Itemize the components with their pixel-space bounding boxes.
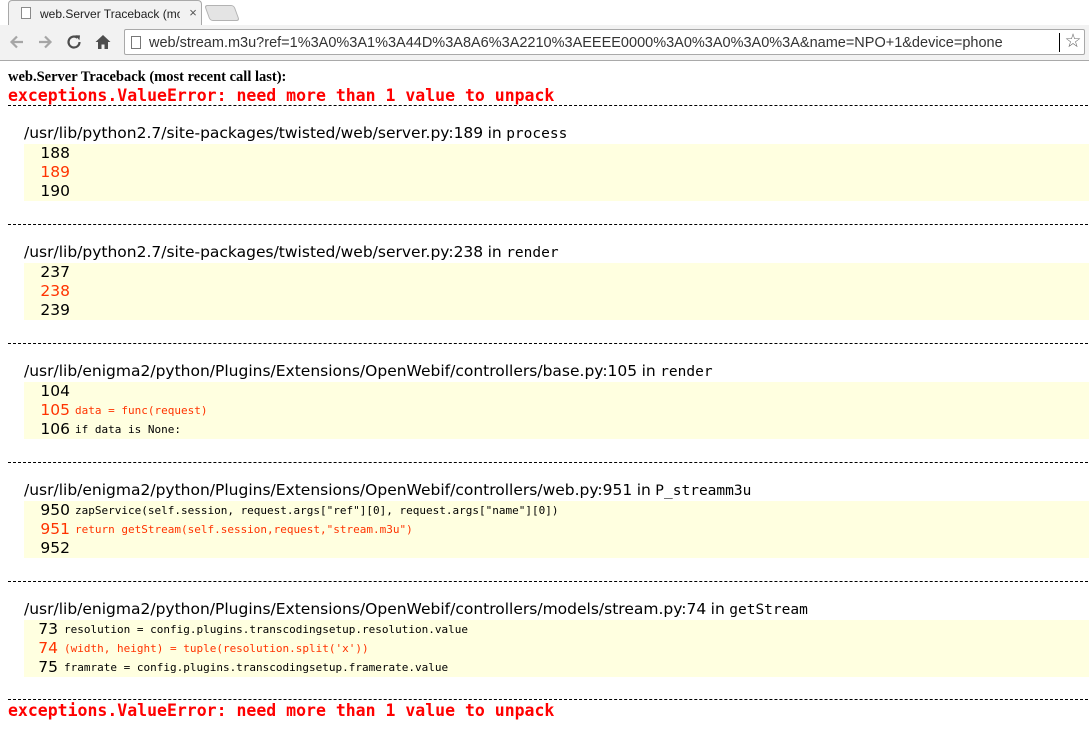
address-bar[interactable]: web/stream.m3u?ref=1%3A0%3A1%3A44D%3A8A6… [124,29,1085,55]
home-icon[interactable] [93,32,113,52]
frame-file-path: /usr/lib/enigma2/python/Plugins/Extensio… [24,362,638,380]
frame-file-path: /usr/lib/enigma2/python/Plugins/Extensio… [24,600,707,618]
traceback-frame: /usr/lib/enigma2/python/Plugins/Extensio… [24,598,1089,677]
frame-in-word: in [487,124,502,142]
line-number: 104 [40,382,70,400]
tab-active[interactable]: web.Server Traceback (mo × [8,0,202,25]
frame-location: /usr/lib/python2.7/site-packages/twisted… [24,241,1089,263]
frame-function-name: getStream [729,602,808,618]
traceback-frame: /usr/lib/enigma2/python/Plugins/Extensio… [24,479,1089,558]
frame-location: /usr/lib/enigma2/python/Plugins/Extensio… [24,360,1089,382]
line-number: 237 [40,263,70,281]
line-source: data = func(request) [75,404,208,417]
line-source: framrate = config.plugins.transcodingset… [64,661,449,674]
reload-icon[interactable] [64,32,84,52]
frame-location: /usr/lib/enigma2/python/Plugins/Extensio… [24,479,1089,501]
line-source: (width, height) = tuple(resolution.split… [64,642,369,655]
frame-file-path: /usr/lib/python2.7/site-packages/twisted… [24,124,484,142]
frame-file-path: /usr/lib/enigma2/python/Plugins/Extensio… [24,481,633,499]
line-number: 188 [40,144,70,162]
code-snippet: 73 resolution = config.plugins.transcodi… [24,620,1089,677]
back-arrow-icon[interactable] [7,32,27,52]
code-snippet: 188 189 190 [24,144,1089,201]
line-number: 951 [40,520,70,538]
line-number: 106 [40,420,70,438]
browser-chrome: web.Server Traceback (mo × web/stream.m3… [0,0,1089,61]
code-snippet: 104 105 data = func(request) 106 if data… [24,382,1089,439]
page-favicon-icon [21,7,31,19]
frame-in-word: in [636,481,651,499]
separator [8,224,1088,225]
traceback-frame: /usr/lib/python2.7/site-packages/twisted… [24,241,1089,320]
line-source: zapService(self.session, request.args["r… [75,504,559,517]
separator [8,462,1088,463]
frame-function-name: render [660,364,713,380]
line-number: 950 [40,501,70,519]
frame-location: /usr/lib/python2.7/site-packages/twisted… [24,122,1089,144]
line-source: if data is None: [75,423,181,436]
star-icon[interactable]: ☆ [1063,31,1083,53]
tab-strip: web.Server Traceback (mo × [0,0,1089,25]
line-source: return getStream(self.session,request,"s… [75,523,413,536]
forward-arrow-icon[interactable] [35,32,55,52]
line-number: 239 [40,301,70,319]
error-message-bottom: exceptions.ValueError: need more than 1 … [8,701,555,720]
line-number: 190 [40,182,70,200]
frame-location: /usr/lib/enigma2/python/Plugins/Extensio… [24,598,1089,620]
page-icon [131,36,141,49]
code-snippet: 237 238 239 [24,263,1089,320]
tab-title: web.Server Traceback (mo [40,7,180,21]
page-content: web.Server Traceback (most recent call l… [0,61,1089,740]
separator [8,343,1088,344]
traceback-header: web.Server Traceback (most recent call l… [8,69,287,85]
line-number: 74 [38,639,58,657]
frame-file-path: /usr/lib/python2.7/site-packages/twisted… [24,243,484,261]
line-number: 189 [40,163,70,181]
line-number: 238 [40,282,70,300]
traceback-frame: /usr/lib/python2.7/site-packages/twisted… [24,122,1089,201]
line-number: 952 [40,539,70,557]
frame-in-word: in [487,243,502,261]
frame-in-word: in [710,600,725,618]
line-number: 73 [38,620,58,638]
line-source: resolution = config.plugins.transcodings… [64,623,468,636]
frame-function-name: process [506,126,568,142]
new-tab-button[interactable] [204,5,240,21]
frame-function-name: P_streamm3u [655,483,752,499]
error-message-top: exceptions.ValueError: need more than 1 … [8,86,555,105]
separator [8,581,1088,582]
line-number: 75 [38,658,58,676]
url-input[interactable]: web/stream.m3u?ref=1%3A0%3A1%3A44D%3A8A6… [149,34,1061,52]
frame-function-name: render [506,245,559,261]
close-tab-icon[interactable]: × [187,5,199,21]
separator [8,105,1088,106]
line-number: 105 [40,401,70,419]
code-snippet: 950 zapService(self.session, request.arg… [24,501,1089,558]
separator [8,699,1088,700]
text-caret [1059,33,1060,52]
traceback-frame: /usr/lib/enigma2/python/Plugins/Extensio… [24,360,1089,439]
frame-in-word: in [641,362,656,380]
